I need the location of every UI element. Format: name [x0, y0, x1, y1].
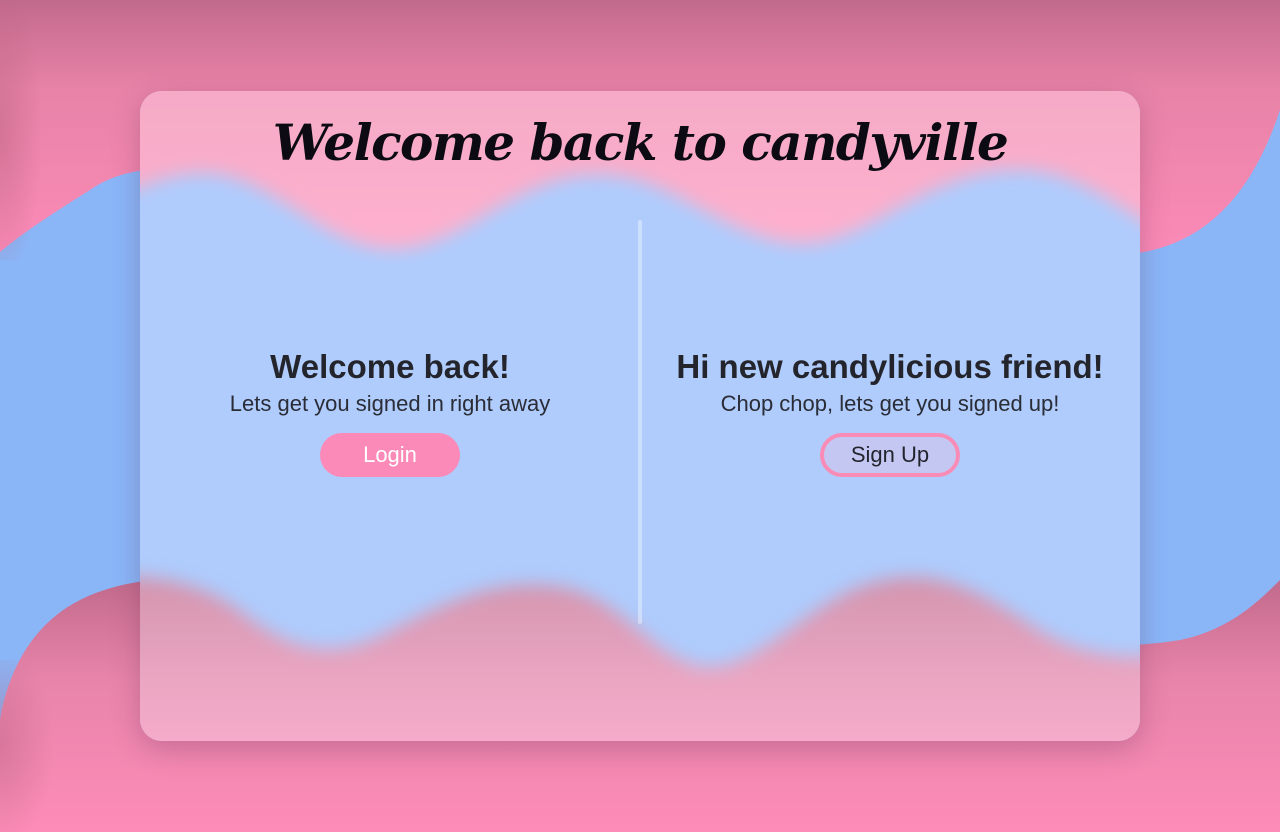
welcome-card: Welcome back to candyville Welcome back!… — [140, 91, 1140, 741]
signup-subtitle: Chop chop, lets get you signed up! — [720, 391, 1060, 416]
signup-button[interactable]: Sign Up — [820, 433, 960, 477]
login-panel: Welcome back! Lets get you signed in rig… — [140, 347, 640, 477]
signup-panel: Hi new candylicious friend! Chop chop, l… — [640, 347, 1140, 477]
login-button[interactable]: Login — [320, 433, 460, 477]
login-heading: Welcome back! — [270, 348, 510, 385]
login-subtitle: Lets get you signed in right away — [229, 391, 551, 416]
signup-heading: Hi new candylicious friend! — [676, 348, 1104, 385]
page-title: Welcome back to candyville — [272, 113, 1009, 172]
